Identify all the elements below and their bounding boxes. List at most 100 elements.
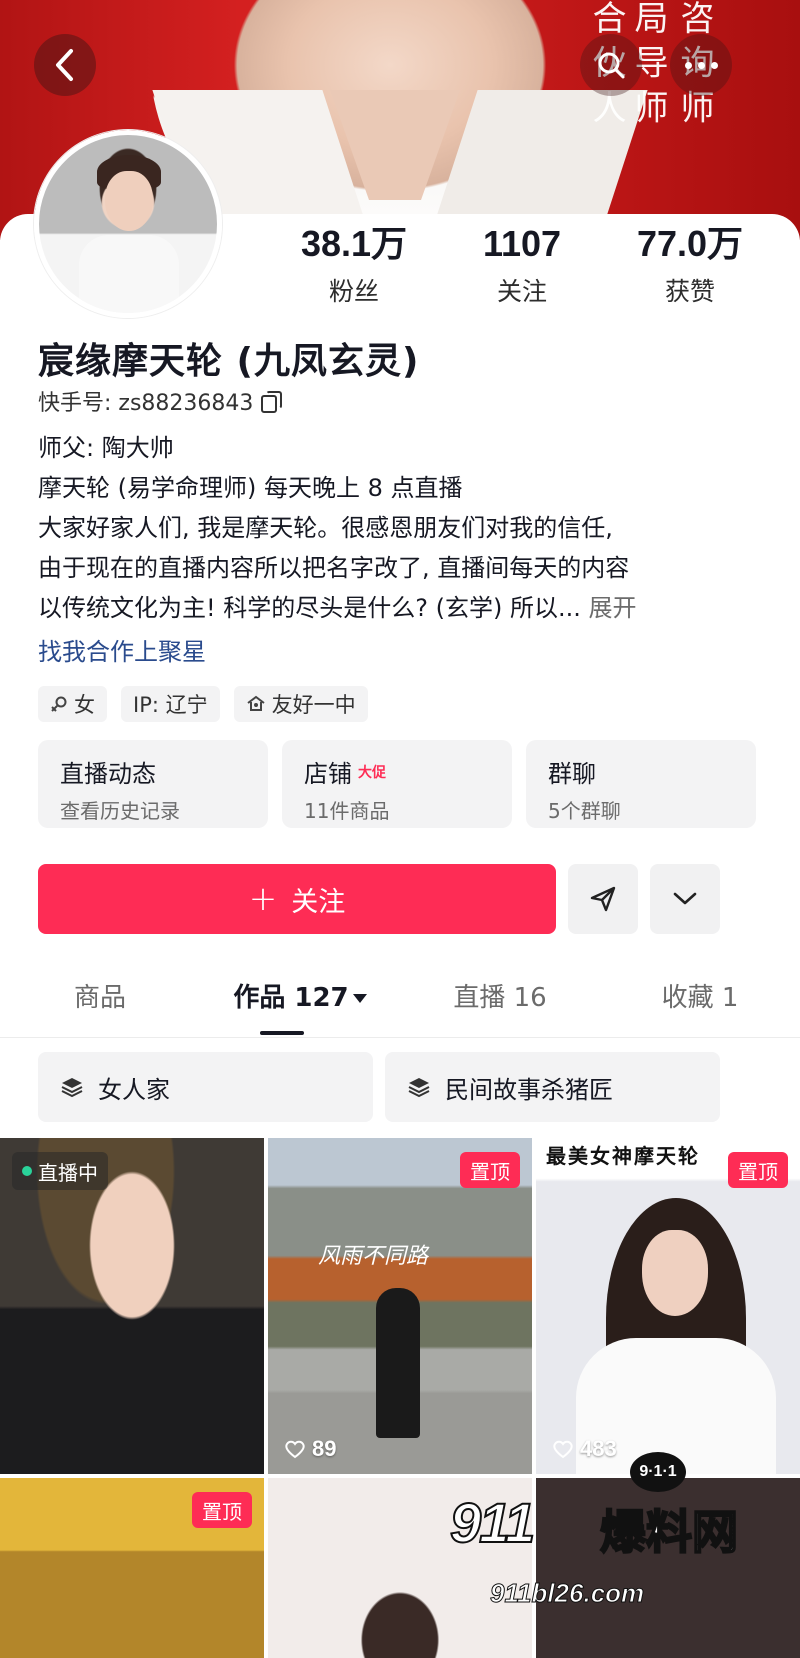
profile-bio: 师父: 陶大帅 摩天轮 (易学命理师) 每天晚上 8 点直播 大家好家人们, 我…: [38, 428, 768, 628]
live-dot-icon: [22, 1166, 32, 1176]
heart-icon: [285, 1440, 305, 1459]
entry-title: 直播动态: [60, 754, 246, 789]
collection-label: 民间故事杀猪匠: [445, 1075, 613, 1104]
like-count-value: 89: [312, 1436, 337, 1461]
stat-following[interactable]: 1107 关注: [438, 222, 606, 308]
expand-button[interactable]: [650, 864, 720, 934]
watermark-name: 爆料网: [599, 1504, 739, 1560]
live-label: 直播中: [38, 1160, 98, 1185]
avatar-body: [79, 235, 179, 313]
female-icon: [51, 696, 67, 712]
copy-icon[interactable]: [261, 391, 283, 413]
promo-badge: 大促: [358, 764, 386, 781]
watermark-url: 911bl26.com: [489, 1578, 645, 1609]
entry-title-text: 店铺: [304, 760, 352, 788]
school-icon: [247, 695, 265, 711]
stat-value: 38.1万: [300, 223, 408, 264]
collection-item[interactable]: 女人家: [38, 1052, 373, 1122]
profile-tags: 女 IP: 辽宁 友好一中: [38, 686, 368, 722]
tag-school[interactable]: 友好一中: [233, 686, 368, 722]
more-options-button[interactable]: [670, 34, 732, 96]
thumbnail-caption: 风雨不同路: [318, 1244, 429, 1269]
profile-name: 宸缘摩天轮 (九凤玄灵): [38, 341, 420, 382]
thumbnail-caption: 最美女神摩天轮: [546, 1144, 700, 1168]
expand-bio-link[interactable]: 展开: [589, 594, 637, 622]
bio-line: 摩天轮 (易学命理师) 每天晚上 8 点直播: [38, 474, 463, 502]
dot-icon: [684, 61, 692, 69]
stack-icon: [61, 1078, 83, 1098]
pinned-badge: 置顶: [728, 1152, 788, 1188]
stat-value: 77.0万: [636, 223, 744, 264]
work-thumbnail[interactable]: 最美女神摩天轮 置顶 483: [536, 1138, 800, 1474]
entry-subtitle: 5个群聊: [548, 799, 621, 823]
avatar[interactable]: [34, 130, 222, 318]
caret-down-icon: [352, 994, 367, 1003]
tab-live[interactable]: 直播 16: [400, 968, 600, 1037]
stack-icon: [408, 1078, 430, 1098]
entry-subtitle: 查看历史记录: [60, 799, 180, 823]
bio-line: 大家好家人们, 我是摩天轮。很感恩朋友们对我的信任,: [38, 514, 613, 542]
dot-icon: [710, 61, 718, 69]
bio-line-last: 以传统文化为主! 科学的尽头是什么? (玄学) 所以... 展开: [38, 588, 768, 628]
work-thumbnail[interactable]: 风雨不同路 置顶 89: [268, 1138, 532, 1474]
watermark-number: 911: [449, 1490, 536, 1555]
tab-favorites[interactable]: 收藏 1: [600, 968, 800, 1037]
entry-live-history[interactable]: 直播动态 查看历史记录: [38, 740, 268, 828]
stat-label: 粉丝: [328, 277, 379, 306]
entry-subtitle: 11件商品: [304, 799, 390, 823]
tag-label: 友好一中: [271, 693, 356, 717]
work-thumbnail[interactable]: 直播中: [0, 1138, 264, 1474]
live-badge: 直播中: [12, 1152, 108, 1190]
watermark-logo: 9·1·1 911 爆料网 911bl26.com: [449, 1452, 780, 1650]
tab-label: 直播 16: [453, 983, 547, 1013]
watermark-seal: 9·1·1: [630, 1452, 686, 1492]
tab-label: 商品: [73, 983, 126, 1013]
entry-title: 群聊: [548, 754, 734, 789]
entry-group-chat[interactable]: 群聊 5个群聊: [526, 740, 756, 828]
content-tabs: 商品 作品 127 直播 16 收藏 1: [0, 968, 800, 1038]
thumbnail-face: [642, 1230, 708, 1316]
bio-line: 由于现在的直播内容所以把名字改了, 直播间每天的内容: [38, 554, 630, 582]
follow-button[interactable]: + 关注: [38, 864, 556, 934]
profile-entries: 直播动态 查看历史记录 店铺 大促 11件商品 群聊 5个群聊: [38, 740, 756, 828]
tab-label: 作品 127: [233, 983, 349, 1013]
stats-row: 38.1万 粉丝 1107 关注 77.0万 获赞: [270, 222, 774, 308]
pinned-badge: 置顶: [460, 1152, 520, 1188]
collection-label: 女人家: [98, 1075, 170, 1104]
collection-item[interactable]: 民间故事杀猪匠: [385, 1052, 720, 1122]
stat-label: 关注: [496, 277, 547, 306]
pinned-badge: 置顶: [192, 1492, 252, 1528]
tab-products[interactable]: 商品: [0, 968, 200, 1037]
like-count: 89: [284, 1436, 336, 1462]
action-row: + 关注: [38, 864, 720, 934]
dot-icon: [697, 61, 705, 69]
plus-icon: +: [248, 879, 278, 919]
bio-line: 以传统文化为主! 科学的尽头是什么? (玄学) 所以...: [38, 594, 581, 622]
chevron-left-icon: [56, 49, 73, 81]
work-thumbnail[interactable]: 置顶: [0, 1478, 264, 1658]
tag-gender: 女: [38, 686, 107, 722]
message-button[interactable]: [568, 864, 638, 934]
tag-label: IP: 辽宁: [133, 693, 208, 717]
tab-works[interactable]: 作品 127: [200, 968, 400, 1037]
stat-likes[interactable]: 77.0万 获赞: [606, 222, 774, 308]
cooperation-link[interactable]: 找我合作上聚星: [38, 632, 206, 667]
search-button[interactable]: [580, 34, 642, 96]
entry-title: 店铺 大促: [304, 754, 490, 789]
follow-label: 关注: [291, 886, 346, 918]
like-count: 483: [552, 1436, 617, 1462]
tab-label: 收藏 1: [661, 983, 739, 1013]
stat-followers[interactable]: 38.1万 粉丝: [270, 222, 438, 308]
back-button[interactable]: [34, 34, 96, 96]
thumbnail-person: [376, 1288, 420, 1438]
entry-shop[interactable]: 店铺 大促 11件商品: [282, 740, 512, 828]
send-icon: [590, 886, 616, 912]
heart-icon: [553, 1440, 573, 1459]
tag-label: 女: [74, 693, 95, 717]
entry-title-text: 群聊: [548, 760, 596, 788]
tag-ip: IP: 辽宁: [121, 686, 220, 722]
avatar-face: [105, 171, 153, 231]
entry-title-text: 直播动态: [60, 760, 156, 788]
kuaishou-id: 快手号: zs88236843: [38, 391, 254, 416]
collections-row: 女人家 民间故事杀猪匠: [38, 1052, 720, 1122]
